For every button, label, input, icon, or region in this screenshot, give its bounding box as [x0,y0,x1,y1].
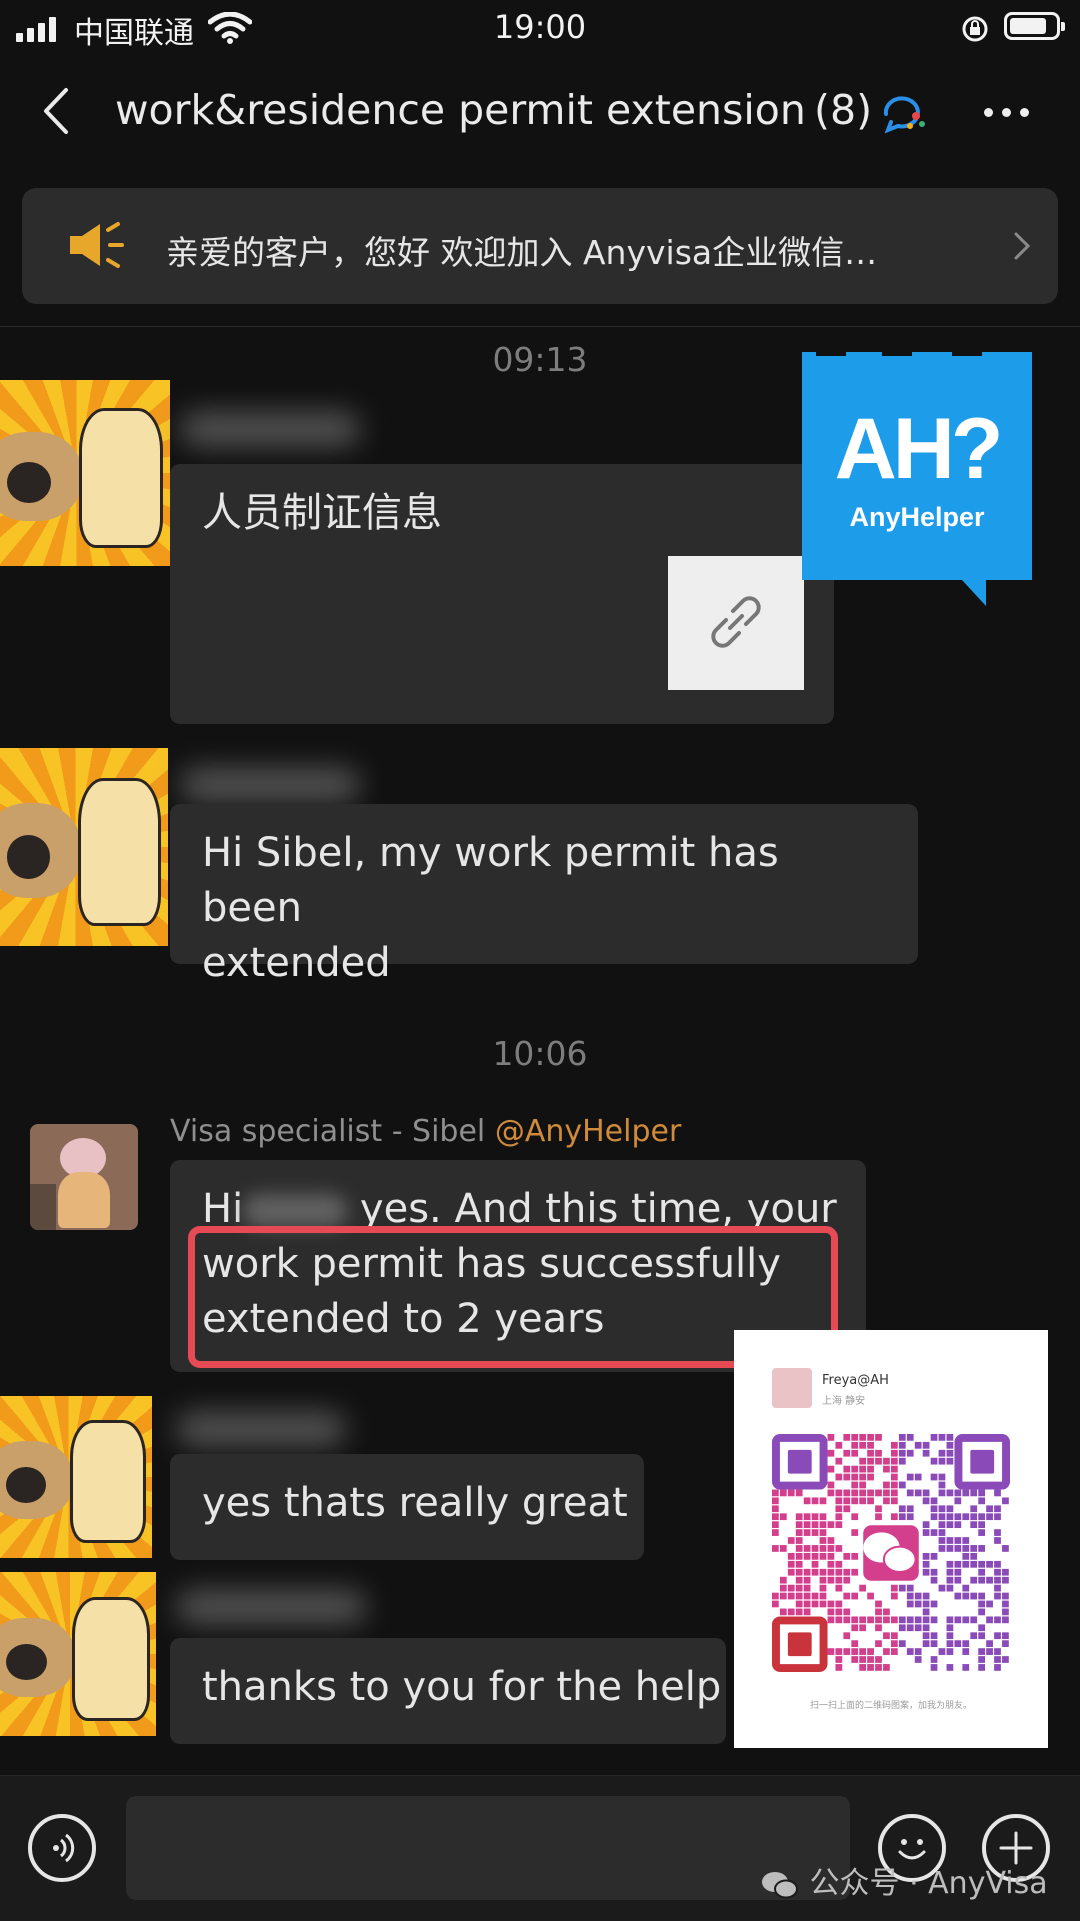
qr-caption: 扫一扫上面的二维码图案，加我为朋友。 [809,1701,972,1711]
anyhelper-mark: AH? [834,401,1004,497]
message-bubble[interactable]: thanks to you for the help [170,1638,726,1744]
orientation-lock-icon [962,16,988,42]
qr-card: Freya@AH 上海 静安 扫一扫上面的二维码图案，加我为朋友。 [734,1330,1048,1748]
message-text-line: extended [202,940,391,986]
wechat-icon [762,1871,798,1898]
anyhelper-name: AnyHelper [849,502,985,532]
timestamp: 10:06 [492,1034,588,1073]
watermark: 公众号 · AnyVisa [760,1858,1048,1902]
watermark-text: 公众号 · AnyVisa [809,1866,1048,1901]
message-input[interactable] [126,1796,850,1900]
speaker-icon [70,222,124,268]
message-bubble[interactable]: yes thats really great [170,1454,644,1560]
chat-bubble-icon[interactable] [880,92,928,134]
sender-name-text: Visa specialist - Sibel [170,1114,486,1149]
message-bubble[interactable]: Hi Sibel, my work permit has been extend… [170,804,918,986]
sender-avatar[interactable] [30,1124,138,1230]
divider [0,326,1080,327]
avatar[interactable] [0,1396,152,1558]
chevron-right-icon[interactable] [1012,230,1032,262]
input-bar: 公众号 · AnyVisa [0,1775,1080,1921]
link-thumbnail [668,556,804,690]
redacted-name [243,1194,348,1228]
message-text-line: Hi Sibel, my work permit has been [202,830,779,931]
qr-code [772,1434,1010,1672]
qr-name: Freya@AH [822,1373,889,1388]
status-bar: 中国联通 19:00 [0,0,1080,56]
back-icon[interactable] [38,86,72,136]
status-time: 19:00 [493,8,587,46]
redacted-name [176,1412,346,1446]
anyhelper-logo: AH? AnyHelper [802,342,1032,606]
chat-title: work&residence permit extension [115,86,806,134]
redacted-name [176,1590,366,1624]
battery-icon [1004,12,1065,40]
redacted-name [180,412,360,446]
chat-header: work&residence permit extension (8) [0,56,1080,166]
avatar[interactable] [0,748,168,946]
sender-tag[interactable]: @AnyHelper [495,1114,681,1149]
avatar[interactable] [0,380,170,566]
message-text: thanks to you for the help [202,1664,722,1710]
more-icon[interactable] [980,56,1050,166]
group-notice[interactable]: 亲爱的客户，您好 欢迎加入 Anyvisa企业微信… [22,188,1058,304]
sender-name: Visa specialist - Sibel @AnyHelper [170,1114,681,1149]
notice-text: 亲爱的客户，您好 欢迎加入 Anyvisa企业微信… [166,233,878,272]
link-icon [711,596,761,648]
qr-avatar [772,1368,812,1408]
qr-location: 上海 静安 [822,1396,866,1407]
avatar[interactable] [0,1572,156,1736]
message-text: yes thats really great [202,1480,628,1526]
link-title: 人员制证信息 [202,490,442,536]
member-count: (8) [814,86,873,134]
voice-icon[interactable] [28,1814,96,1882]
redacted-name [180,768,360,802]
